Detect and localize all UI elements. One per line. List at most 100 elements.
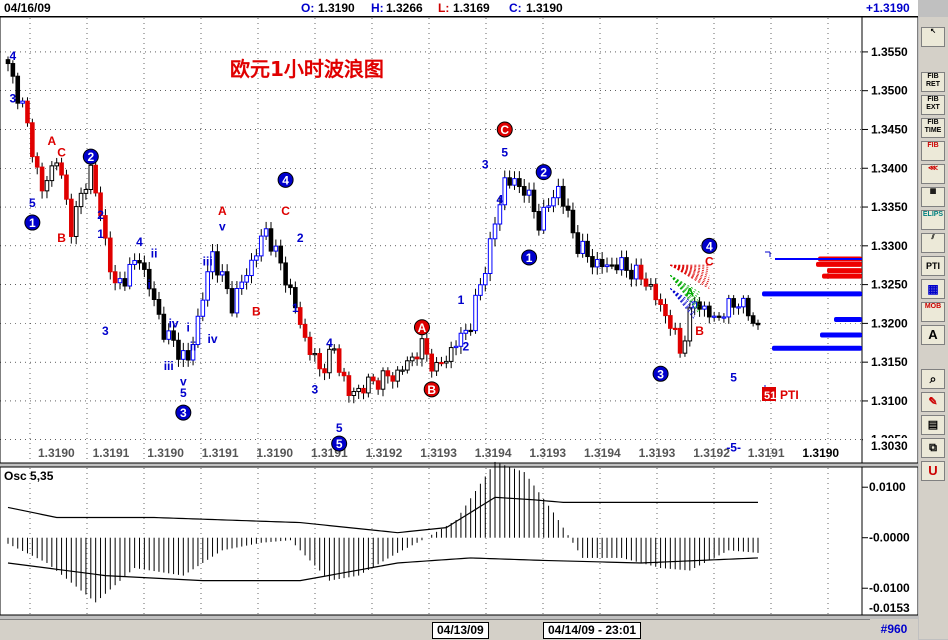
fib-ret-label: FIB RET — [926, 73, 940, 88]
price-distribution-bar — [816, 261, 862, 267]
candle-body — [419, 338, 425, 360]
candle-body — [755, 322, 761, 326]
wave-label: 4 — [706, 239, 713, 253]
candle-body — [117, 278, 123, 284]
pitchfork-tool[interactable]: ⫽ — [921, 233, 945, 253]
ellipse-tool[interactable]: ELIPS — [921, 210, 945, 230]
wave-label: 4 — [282, 173, 289, 187]
candle-body — [556, 185, 561, 199]
grid-tool[interactable]: ▦ — [921, 187, 945, 207]
wave-label: B — [427, 383, 436, 397]
candle-body — [297, 307, 303, 325]
candle-body — [103, 215, 108, 239]
bottom-price-label: 1.3190 — [256, 446, 293, 460]
fib-label: FIB — [927, 142, 939, 149]
candle-body — [507, 177, 512, 186]
candle-body — [599, 259, 605, 268]
price-distribution-bar — [827, 268, 862, 274]
candle-body — [643, 278, 649, 287]
candle-body — [229, 288, 235, 314]
candle-body — [629, 269, 634, 280]
wave-label: 1 — [458, 293, 465, 307]
candle-body — [49, 165, 55, 182]
mob-label: MOB — [924, 303, 942, 310]
candle-body — [750, 315, 756, 324]
candle-body — [731, 298, 736, 308]
candle-body — [745, 297, 751, 317]
ruler-tool[interactable]: ▦ — [921, 279, 945, 299]
copy-tool[interactable]: ⧉ — [921, 438, 945, 458]
zoom-tool[interactable]: ⌕ — [921, 369, 945, 389]
candle-body — [526, 189, 532, 196]
wave-label: A — [218, 204, 227, 218]
wave-label: 3 — [311, 382, 318, 396]
candle-body — [546, 205, 551, 208]
candle-body — [619, 257, 624, 271]
candle-body — [361, 387, 366, 394]
fib-extension-tool[interactable]: FIB EXT — [921, 95, 945, 115]
candle-body — [531, 189, 537, 213]
candle-body — [263, 228, 269, 237]
template-tool[interactable]: ▤ — [921, 415, 945, 435]
wave-label: ii — [190, 340, 197, 354]
candle-body — [609, 264, 615, 267]
fib-circle-tool[interactable]: FIB — [921, 141, 945, 161]
candle-body — [473, 294, 478, 332]
fan-tool[interactable]: ⋘ — [921, 164, 945, 184]
candle-body — [234, 288, 240, 314]
wave-label: iv — [169, 316, 179, 330]
osc-tick-label: 0.0100 — [869, 480, 906, 494]
chart-canvas[interactable]: 1.3550 1.3500 1.3450 1.3400 1.3350 1.3300 1.32… — [0, 0, 918, 619]
price-tick-label: 1.3250 — [871, 278, 908, 292]
wave-label: 2 — [97, 208, 104, 222]
candle-body — [517, 178, 522, 188]
time-axis-bar: 04/13/09 04/14/09 - 23:01 — [0, 619, 918, 640]
bottom-price-label: 1.3193 — [639, 446, 676, 460]
pti-tool[interactable]: PTI — [921, 256, 945, 276]
chart-title: 欧元1小时波浪图 — [230, 57, 384, 81]
wave-label: B — [695, 324, 704, 338]
last-price-label: 1.3030 — [871, 439, 908, 453]
price-tick-label: 1.3350 — [871, 200, 908, 214]
fib-time-tool[interactable]: FIB TIME — [921, 118, 945, 138]
candle-body — [93, 164, 98, 194]
candle-body — [258, 235, 264, 257]
wave-label: C — [57, 146, 66, 160]
candle-body — [312, 353, 318, 356]
candle-body — [424, 338, 430, 355]
cursor-tool[interactable]: ↖ — [921, 27, 945, 47]
candle-body — [268, 228, 274, 252]
eraser-tool[interactable]: ✎ — [921, 392, 945, 412]
candle-body — [741, 297, 746, 308]
candle-body — [137, 260, 142, 264]
text-tool[interactable]: A — [921, 325, 945, 345]
candle-body — [161, 313, 167, 340]
candle-body — [151, 288, 157, 300]
candle-body — [497, 204, 503, 225]
candle-body — [366, 376, 371, 394]
candle-body — [205, 271, 210, 301]
candle-body — [88, 164, 94, 191]
candle-body — [706, 305, 712, 318]
candle-body — [463, 329, 469, 334]
wave-label: -5- — [726, 440, 741, 454]
candle-body — [482, 272, 488, 286]
mob-tool[interactable]: MOB — [921, 302, 945, 322]
candle-body — [30, 122, 35, 158]
wave-label: iv — [208, 332, 218, 346]
candle-body — [39, 166, 45, 192]
osc-title: Osc 5,35 — [4, 469, 54, 483]
wave-label: 3 — [482, 157, 489, 171]
undo-tool[interactable]: U — [921, 461, 945, 481]
bottom-price-label: 1.3194 — [475, 446, 512, 460]
candle-body — [648, 283, 654, 287]
candle-body — [351, 391, 357, 397]
candle-body — [219, 271, 225, 276]
candle-body — [448, 347, 454, 362]
candle-body — [585, 240, 590, 258]
pti-label: PTI — [780, 388, 799, 402]
candle-body — [64, 174, 69, 200]
wave-label: 2 — [87, 150, 94, 164]
wave-label: 5 — [180, 386, 187, 400]
fib-retracement-tool[interactable]: FIB RET — [921, 72, 945, 92]
